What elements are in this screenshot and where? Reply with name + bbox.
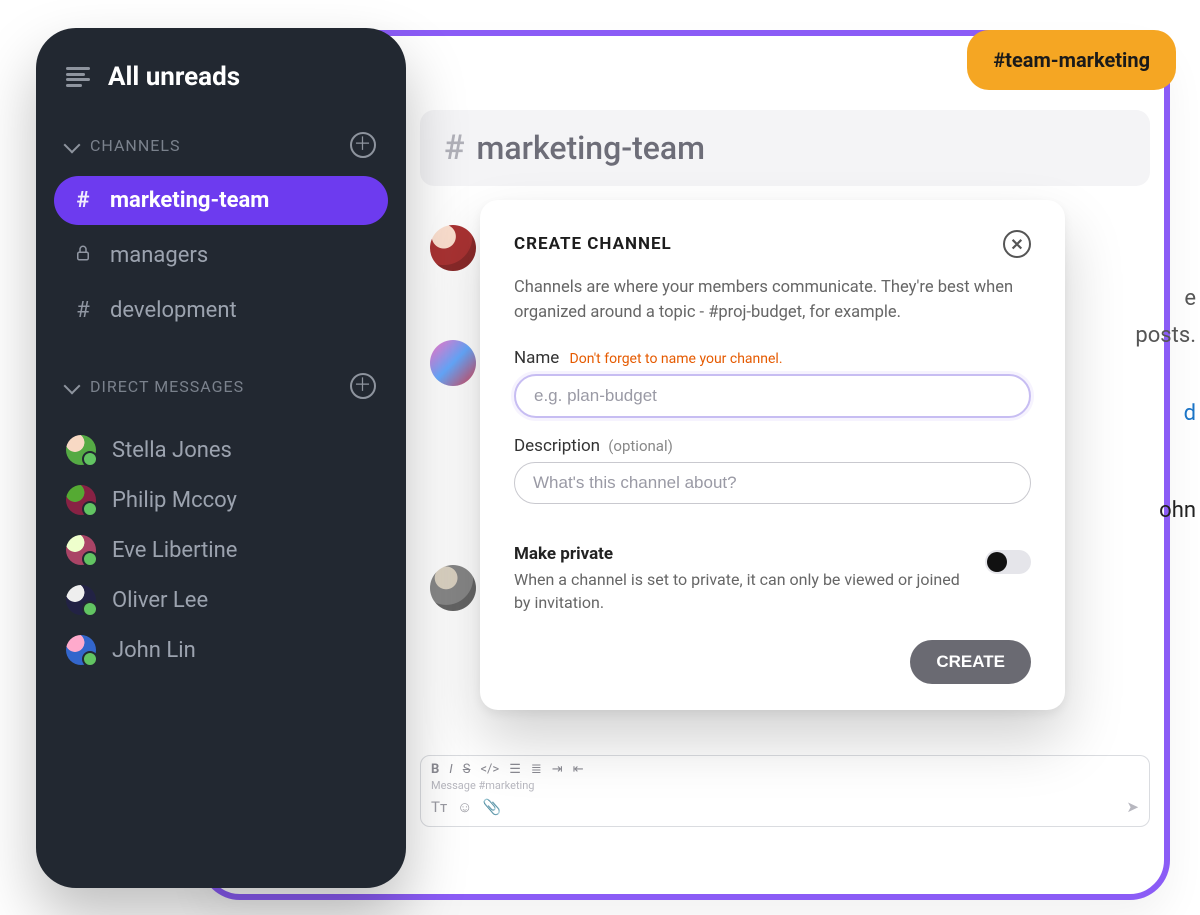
dm-name: Oliver Lee [112,588,208,613]
add-channel-button[interactable]: ＋ [350,132,376,158]
dm-item[interactable]: Philip Mccoy [36,475,406,525]
avatar [66,485,96,515]
dm-name: Philip Mccoy [112,488,237,513]
attachment-icon[interactable]: 📎 [483,798,502,816]
dm-item[interactable]: John Lin [36,625,406,675]
outdent-icon[interactable]: ⇤ [573,762,584,777]
emoji-icon[interactable]: ☺ [457,798,472,816]
hash-icon: # [72,298,94,323]
sidebar-item-managers[interactable]: managers [54,231,388,280]
message-avatar [430,340,476,386]
bold-icon[interactable]: B [431,762,439,777]
code-icon[interactable]: </> [480,762,499,777]
dm-name: John Lin [112,638,196,663]
dm-item[interactable]: Eve Libertine [36,525,406,575]
channel-header[interactable]: # marketing-team [420,110,1150,186]
name-field-label: Name Don't forget to name your channel. [514,348,1031,368]
channel-description-input[interactable] [514,462,1031,504]
menu-icon[interactable] [66,67,90,87]
lock-icon [72,243,94,268]
description-field-label: Description (optional) [514,436,1031,456]
dm-name: Eve Libertine [112,538,237,563]
background-message-fragments: e posts. d ohn [1135,280,1196,530]
chevron-down-icon [64,137,81,154]
send-icon[interactable]: ➤ [1126,798,1139,816]
make-private-title: Make private [514,544,965,564]
compose-placeholder[interactable]: Message #marketing [421,777,1149,794]
optional-label: (optional) [608,437,673,455]
avatar [66,635,96,665]
number-list-icon[interactable]: ≣ [531,762,542,777]
channels-label: CHANNELS [90,136,180,155]
sidebar-item-label: managers [110,243,208,268]
format-toolbar: B I S </> ☰ ≣ ⇥ ⇤ [421,756,1149,777]
compose-box[interactable]: B I S </> ☰ ≣ ⇥ ⇤ Message #marketing Tт … [420,755,1150,827]
avatar [66,435,96,465]
make-private-description: When a channel is set to private, it can… [514,568,965,614]
sidebar-title: All unreads [108,62,240,92]
italic-icon[interactable]: I [449,762,452,777]
avatar [66,535,96,565]
sidebar-item-label: marketing-team [110,188,269,213]
hash-icon: # [444,128,465,168]
tag-badge: #team-marketing [967,30,1176,90]
chevron-down-icon [64,378,81,395]
bullet-list-icon[interactable]: ☰ [509,762,521,777]
message-avatar [430,565,476,611]
create-button[interactable]: CREATE [910,640,1031,684]
dm-item[interactable]: Oliver Lee [36,575,406,625]
dm-name: Stella Jones [112,438,232,463]
private-toggle[interactable] [985,550,1031,574]
sidebar: All unreads CHANNELS ＋ # marketing-team … [36,28,406,888]
sidebar-item-label: development [110,298,237,323]
channel-name-input[interactable] [514,374,1031,418]
channel-title: marketing-team [477,129,706,167]
avatar [66,585,96,615]
dm-item[interactable]: Stella Jones [36,425,406,475]
message-avatar [430,225,476,271]
sidebar-item-development[interactable]: # development [54,286,388,335]
close-icon[interactable]: ✕ [1003,230,1031,258]
sidebar-item-marketing-team[interactable]: # marketing-team [54,176,388,225]
modal-description: Channels are where your members communic… [514,276,1031,326]
create-channel-modal: CREATE CHANNEL ✕ Channels are where your… [480,200,1065,710]
hash-icon: # [72,188,94,213]
add-dm-button[interactable]: ＋ [350,373,376,399]
modal-title: CREATE CHANNEL [514,234,672,254]
indent-icon[interactable]: ⇥ [552,762,563,777]
text-format-icon[interactable]: Tт [431,798,447,816]
dms-label: DIRECT MESSAGES [90,377,244,396]
name-field-hint: Don't forget to name your channel. [570,351,783,367]
channels-section-header[interactable]: CHANNELS ＋ [36,120,406,170]
dms-section-header[interactable]: DIRECT MESSAGES ＋ [36,361,406,411]
strike-icon[interactable]: S [463,762,471,777]
